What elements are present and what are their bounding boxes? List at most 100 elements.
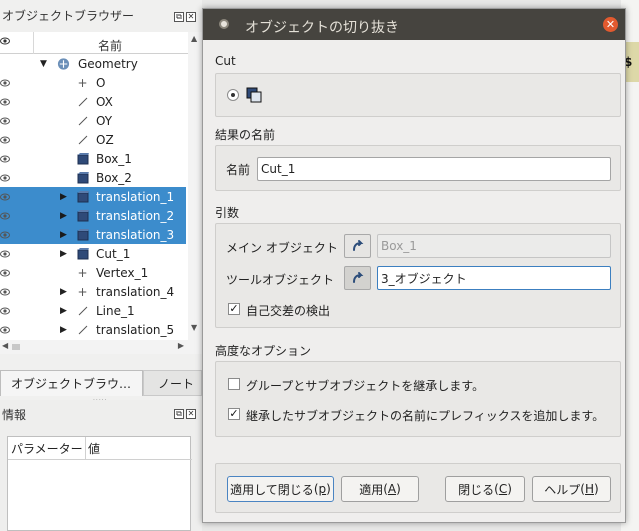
tree-row-label: OY [96, 113, 113, 128]
tree-row-label: OX [96, 94, 113, 109]
main-object-field[interactable]: Box_1 [377, 234, 611, 258]
visibility-icon[interactable] [0, 153, 10, 163]
tree-horizontal-scrollbar[interactable]: ◀ ▶ [0, 340, 188, 354]
browser-tabs: オブジェクトブラウ… ノート [0, 370, 202, 398]
collapsed-arrow-icon[interactable]: ▶ [60, 211, 67, 221]
name-field[interactable]: Cut_1 [257, 157, 611, 181]
vertex-icon: + [77, 75, 88, 90]
visibility-icon[interactable] [0, 305, 10, 315]
close-icon[interactable]: ✕ [186, 12, 196, 22]
self-intersect-checkbox[interactable]: ✓ [228, 303, 240, 315]
tree-row[interactable]: ▶ + translation_4 [0, 282, 186, 301]
collapsed-arrow-icon[interactable]: ▶ [60, 230, 67, 240]
add-prefix-label: 継承したサブオブジェクトの名前にプレフィックスを追加します。 [246, 409, 605, 423]
column-parameter-header: パラメーター [11, 441, 83, 456]
collapsed-arrow-icon[interactable]: ▶ [60, 287, 67, 297]
float-icon[interactable]: ⧉ [174, 12, 184, 22]
tree-row[interactable]: Box_1 [0, 149, 186, 168]
geometry-icon [57, 57, 70, 70]
add-prefix-checkbox[interactable]: ✓ [228, 408, 240, 420]
tree-row[interactable]: ▶ translation_1 [0, 187, 186, 206]
line-icon [76, 95, 89, 108]
button-bar: 適用して閉じる(p) 適用(A) 閉じる(C) ヘルプ(H) [215, 463, 621, 513]
tree-row[interactable]: ▼ Geometry [0, 54, 186, 73]
close-button[interactable]: 閉じる(C) [445, 476, 525, 502]
main-object-label: メイン オブジェクト [226, 241, 338, 255]
close-icon[interactable]: ✕ [186, 409, 196, 419]
tree-row[interactable]: OX [0, 92, 186, 111]
scroll-down-icon[interactable]: ▼ [191, 323, 197, 332]
cut-icon [246, 87, 262, 103]
collapsed-arrow-icon[interactable]: ▶ [60, 192, 67, 202]
inherit-group-label: グループとサブオブジェクトを継承します。 [246, 379, 485, 393]
select-arrow-icon [352, 240, 363, 251]
apply-button[interactable]: 適用(A) [341, 476, 419, 502]
apply-and-close-button[interactable]: 適用して閉じる(p) [227, 476, 334, 502]
collapsed-arrow-icon[interactable]: ▶ [60, 325, 67, 335]
tool-object-select-button[interactable] [344, 266, 371, 290]
object-browser-panel: オブジェクトブラウザー ⧉ ✕ 名前 ▼ Geometry + O OX OY OZ Box_… [0, 0, 202, 400]
window-menu-icon[interactable] [219, 19, 229, 29]
tree-row-label: translation_3 [96, 227, 175, 242]
scroll-up-icon[interactable]: ▲ [191, 34, 197, 43]
line-icon [76, 323, 89, 336]
inherit-group-checkbox[interactable] [228, 378, 240, 390]
tree-row[interactable]: OY [0, 111, 186, 130]
tree-row-label: Cut_1 [96, 246, 131, 261]
scroll-left-icon[interactable]: ◀ [2, 341, 8, 350]
tree-header: 名前 [0, 32, 202, 54]
tab-object-browser[interactable]: オブジェクトブラウ… [0, 370, 143, 396]
tree-row[interactable]: OZ [0, 130, 186, 149]
visibility-icon[interactable] [0, 210, 10, 220]
expanded-arrow-icon[interactable]: ▼ [40, 59, 47, 69]
name-label: 名前 [226, 163, 251, 177]
visibility-icon[interactable] [0, 115, 10, 125]
visibility-icon[interactable] [0, 134, 10, 144]
visibility-icon[interactable] [0, 267, 10, 277]
column-value-header: 値 [88, 441, 101, 456]
tree-row[interactable]: ▶ translation_3 [0, 225, 186, 244]
visibility-icon[interactable] [0, 77, 10, 87]
tree-row[interactable]: Box_2 [0, 168, 186, 187]
select-arrow-icon [352, 272, 363, 283]
close-icon[interactable]: ✕ [603, 17, 618, 32]
visibility-icon[interactable] [0, 96, 10, 106]
tree-row[interactable]: ▶ translation_2 [0, 206, 186, 225]
tree-row[interactable]: ▶ Cut_1 [0, 244, 186, 263]
tree-row-label: Vertex_1 [96, 265, 149, 280]
tab-notes[interactable]: ノート [143, 370, 202, 396]
visibility-icon[interactable] [0, 248, 10, 258]
tree-row[interactable]: ▶ Line_1 [0, 301, 186, 320]
dialog-titlebar[interactable]: オブジェクトの切り抜き ✕ [203, 9, 625, 40]
object-tree[interactable]: 名前 ▼ Geometry + O OX OY OZ Box_1 Box_2 ▶ translati… [0, 32, 202, 354]
help-button[interactable]: ヘルプ(H) [532, 476, 611, 502]
tree-row-label: O [96, 75, 106, 90]
main-object-select-button[interactable] [344, 234, 371, 258]
collapsed-arrow-icon[interactable]: ▶ [60, 249, 67, 259]
cut-dialog: オブジェクトの切り抜き ✕ Cut 結果の名前 名前 Cut_1 引数 メイン … [202, 8, 626, 523]
visibility-icon[interactable] [0, 191, 10, 201]
tree-row-label: Geometry [78, 56, 138, 71]
box-icon [76, 152, 89, 165]
scroll-thumb[interactable] [12, 344, 20, 350]
visibility-icon[interactable] [0, 172, 10, 182]
vertex-icon: + [77, 265, 88, 280]
collapsed-arrow-icon[interactable]: ▶ [60, 306, 67, 316]
tool-object-field[interactable]: 3_オブジェクト [377, 266, 611, 290]
tree-row[interactable]: + Vertex_1 [0, 263, 186, 282]
box-icon [76, 228, 89, 241]
visibility-icon[interactable] [0, 229, 10, 239]
tree-vertical-scrollbar[interactable]: ▲ ▼ [188, 32, 202, 354]
scroll-right-icon[interactable]: ▶ [178, 341, 184, 350]
tree-row[interactable]: ▶ translation_5 [0, 320, 186, 339]
result-name-section-label: 結果の名前 [215, 128, 276, 142]
self-intersect-label: 自己交差の検出 [246, 304, 331, 318]
arguments-section-label: 引数 [215, 206, 240, 220]
visibility-icon[interactable] [0, 286, 10, 296]
info-panel: 情報 ⧉ ✕ パラメーター 値 [0, 400, 202, 531]
tree-row[interactable]: + O [0, 73, 186, 92]
visibility-icon[interactable] [0, 324, 10, 334]
cut-radio[interactable] [227, 89, 239, 101]
float-icon[interactable]: ⧉ [174, 409, 184, 419]
tree-row-label: translation_1 [96, 189, 175, 204]
